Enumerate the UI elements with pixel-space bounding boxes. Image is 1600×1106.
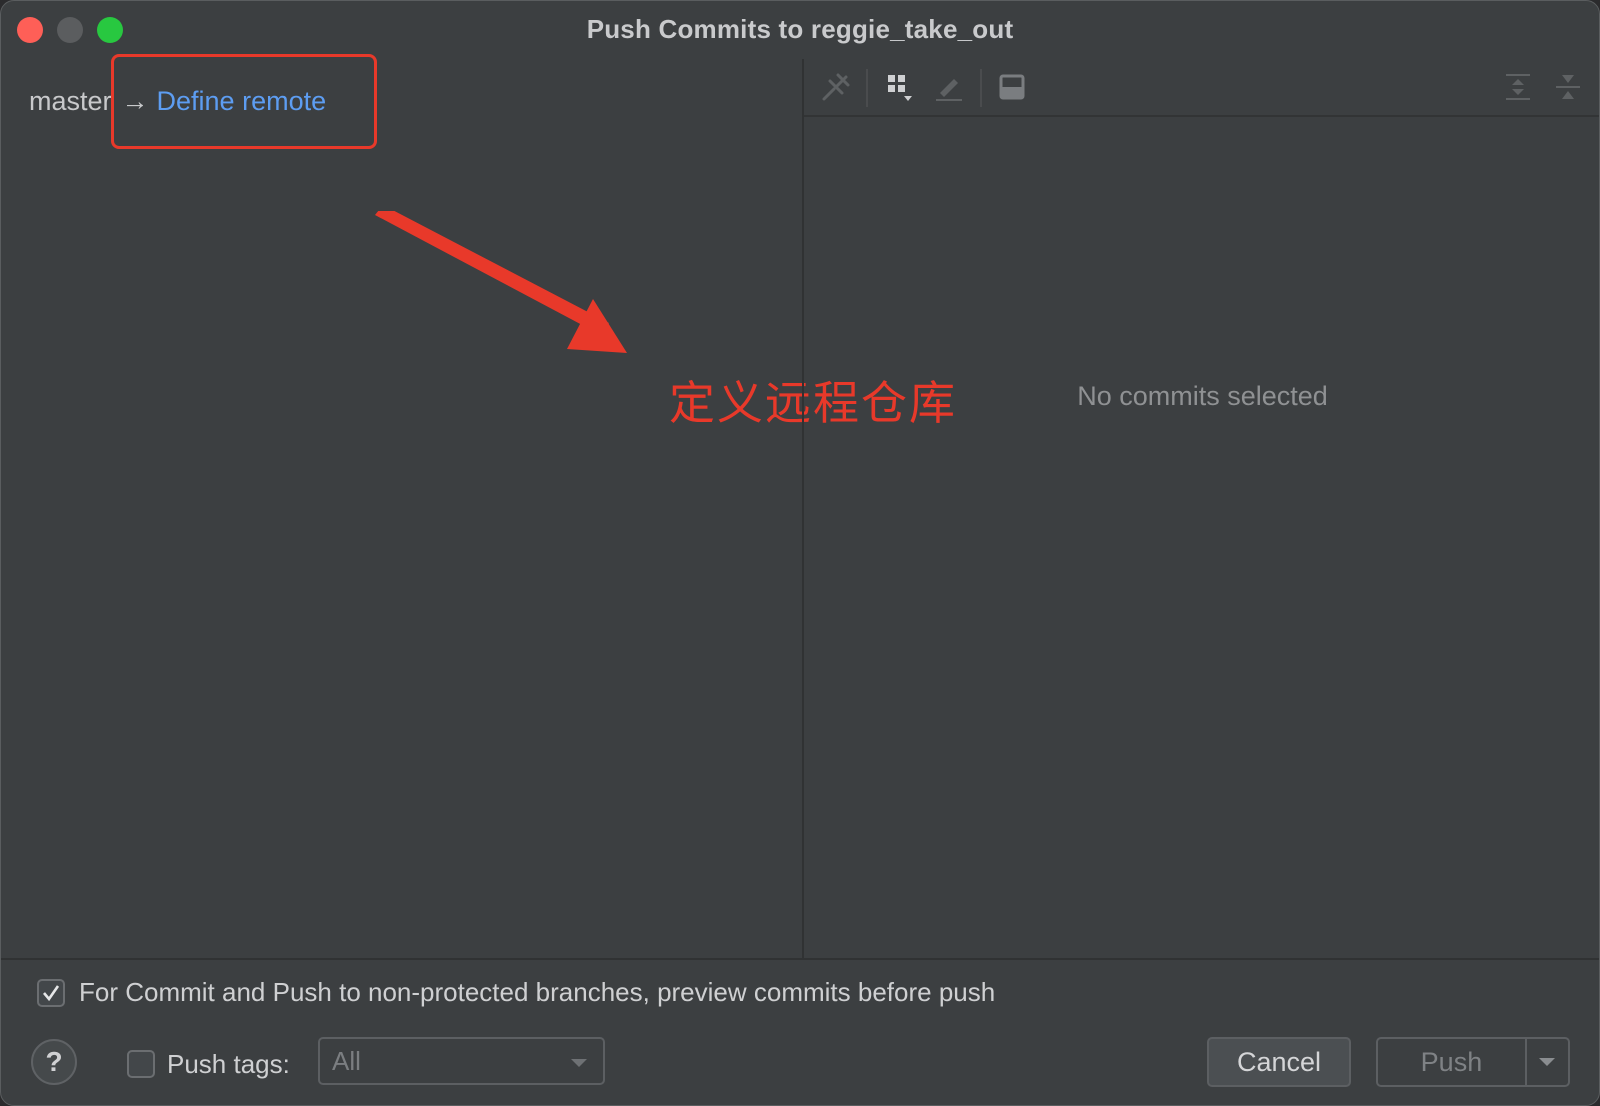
push-tags-selected-value: All [332, 1045, 361, 1076]
toolbar-separator [980, 69, 982, 107]
push-tags-label: Push tags: [167, 1048, 290, 1079]
chevron-down-icon [1539, 1058, 1556, 1066]
push-commits-dialog: Push Commits to reggie_take_out master →… [0, 0, 1600, 1106]
minimize-window-button[interactable] [57, 17, 83, 43]
push-tags-checkbox[interactable] [127, 1050, 155, 1078]
push-tags-option[interactable]: Push tags: [127, 1041, 290, 1087]
window-title: Push Commits to reggie_take_out [586, 13, 1014, 44]
collapse-all-icon[interactable] [1550, 69, 1586, 105]
push-button-label: Push [1420, 1046, 1483, 1077]
preview-panel-icon[interactable] [994, 69, 1030, 105]
close-window-button[interactable] [17, 17, 43, 43]
help-button[interactable]: ? [31, 1039, 77, 1085]
expand-all-icon[interactable] [1500, 69, 1536, 105]
chevron-down-icon [571, 1059, 587, 1067]
local-branch-name: master [29, 85, 112, 116]
annotation-highlight-box [111, 54, 377, 149]
push-options-dropdown[interactable] [1527, 1056, 1568, 1068]
group-by-icon[interactable] [882, 69, 918, 105]
push-button[interactable]: Push [1376, 1037, 1570, 1087]
commit-details-toolbar [804, 59, 1599, 117]
preview-commits-option[interactable]: For Commit and Push to non-protected bra… [37, 977, 995, 1008]
toolbar-separator [866, 69, 868, 107]
title-bar: Push Commits to reggie_take_out [1, 1, 1599, 57]
annotation-arrow-icon [375, 211, 627, 353]
pane-splitter[interactable] [802, 59, 804, 959]
checkmark-icon [43, 984, 60, 1001]
preview-commits-checkbox[interactable] [37, 978, 65, 1007]
cherry-pick-icon[interactable] [818, 69, 854, 105]
maximize-window-button[interactable] [97, 17, 123, 43]
push-tags-dropdown[interactable]: All [318, 1037, 605, 1085]
edit-icon[interactable] [930, 69, 966, 105]
footer-divider [1, 958, 1599, 960]
cancel-button[interactable]: Cancel [1207, 1037, 1351, 1087]
preview-commits-label: For Commit and Push to non-protected bra… [79, 977, 996, 1007]
no-commits-message: No commits selected [1077, 381, 1328, 411]
branches-pane: master → Define remote [1, 57, 801, 957]
